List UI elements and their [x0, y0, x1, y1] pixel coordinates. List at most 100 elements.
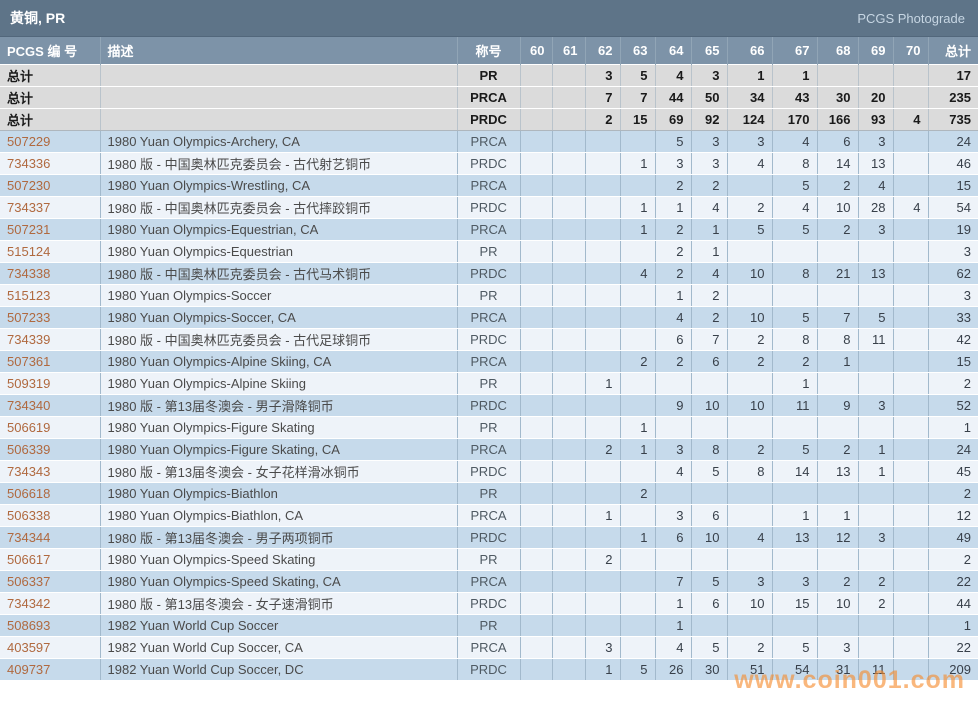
pcgs-number-link[interactable]: 403597: [7, 640, 50, 655]
pcgs-number-link[interactable]: 515123: [7, 288, 50, 303]
grade-count-cell: 43: [772, 86, 817, 108]
grade-count-cell: [520, 460, 552, 482]
grade-count-cell: [893, 86, 928, 108]
table-row: 7343431980 版 - 第13届冬澳会 - 女子花样滑冰铜币PRDC458…: [0, 460, 978, 482]
pcgs-number-link[interactable]: 734343: [7, 464, 50, 479]
pcgs-number-cell: 734336: [0, 152, 100, 174]
pcgs-number-link[interactable]: 734338: [7, 266, 50, 281]
grade-count-cell: 4: [772, 196, 817, 218]
pcgs-number-link[interactable]: 734337: [7, 200, 50, 215]
grade-count-cell: [691, 416, 727, 438]
pcgs-number-link[interactable]: 506618: [7, 486, 50, 501]
grade-count-cell: 3: [585, 636, 620, 658]
pcgs-number-link[interactable]: 734339: [7, 332, 50, 347]
pcgs-number-link[interactable]: 509319: [7, 376, 50, 391]
pcgs-number-link[interactable]: 508693: [7, 618, 50, 633]
grade-count-cell: 11: [772, 394, 817, 416]
coin-description: 1982 Yuan World Cup Soccer, CA: [100, 636, 457, 658]
row-total-cell: 24: [928, 130, 978, 152]
pcgs-number-link[interactable]: 506338: [7, 508, 50, 523]
grade-count-cell: [893, 218, 928, 240]
row-total-cell: 46: [928, 152, 978, 174]
grade-count-cell: [858, 416, 893, 438]
table-row: 7343441980 版 - 第13届冬澳会 - 男子两项铜币PRDC16104…: [0, 526, 978, 548]
grade-count-cell: 4: [893, 196, 928, 218]
designation-cell: PRDC: [457, 262, 520, 284]
coin-description: 1980 Yuan Olympics-Speed Skating: [100, 548, 457, 570]
designation-cell: PR: [457, 482, 520, 504]
grade-count-cell: [520, 372, 552, 394]
grade-count-cell: 8: [817, 328, 858, 350]
grade-count-cell: [893, 614, 928, 636]
coin-description: 1980 Yuan Olympics-Figure Skating, CA: [100, 438, 457, 460]
pcgs-number-link[interactable]: 507229: [7, 134, 50, 149]
grade-count-cell: 30: [817, 86, 858, 108]
grade-count-cell: [552, 460, 585, 482]
pcgs-number-link[interactable]: 506339: [7, 442, 50, 457]
grade-count-cell: 51: [727, 658, 772, 680]
designation-cell: PRDC: [457, 394, 520, 416]
pcgs-number-link[interactable]: 409737: [7, 662, 50, 677]
pcgs-number-cell: 506619: [0, 416, 100, 438]
photograde-link[interactable]: PCGS Photograde: [857, 11, 965, 26]
grade-count-cell: 13: [858, 152, 893, 174]
pcgs-number-link[interactable]: 734342: [7, 596, 50, 611]
table-row: 5151241980 Yuan Olympics-EquestrianPR213: [0, 240, 978, 262]
row-total-cell: 52: [928, 394, 978, 416]
grade-count-cell: 3: [817, 636, 858, 658]
grade-count-cell: [893, 328, 928, 350]
pcgs-number-cell: 507229: [0, 130, 100, 152]
table-row: 506339 1980 Yuan Olympics-Figure Skating,…: [0, 438, 978, 460]
pcgs-number-link[interactable]: 734336: [7, 156, 50, 171]
pcgs-number-link[interactable]: 506619: [7, 420, 50, 435]
grade-count-cell: 4: [772, 130, 817, 152]
grade-count-cell: [585, 328, 620, 350]
grade-count-cell: 5: [620, 64, 655, 86]
grade-count-cell: 3: [691, 64, 727, 86]
grade-count-cell: [585, 240, 620, 262]
table-row: 5093191980 Yuan Olympics-Alpine SkiingPR…: [0, 372, 978, 394]
grade-count-cell: [858, 504, 893, 526]
designation-cell: PRCA: [457, 504, 520, 526]
grade-count-cell: [520, 482, 552, 504]
grade-count-cell: [620, 504, 655, 526]
grade-count-cell: [858, 350, 893, 372]
grade-count-cell: [520, 306, 552, 328]
grade-count-cell: [893, 350, 928, 372]
pcgs-number-link[interactable]: 507361: [7, 354, 50, 369]
table-row: 4035971982 Yuan World Cup Soccer, CAPRCA…: [0, 636, 978, 658]
grade-count-cell: 1: [585, 658, 620, 680]
grade-count-cell: [552, 284, 585, 306]
grade-count-cell: [893, 284, 928, 306]
pcgs-number-link[interactable]: 734344: [7, 530, 50, 545]
row-total-cell: 2: [928, 548, 978, 570]
pcgs-number-link[interactable]: 506617: [7, 552, 50, 567]
grade-count-cell: [520, 548, 552, 570]
coin-description: 1980 版 - 第13届冬澳会 - 男子滑降铜币: [100, 394, 457, 416]
grade-count-cell: [552, 372, 585, 394]
grade-count-cell: 1: [585, 372, 620, 394]
coin-description: 1980 Yuan Olympics-Equestrian: [100, 240, 457, 262]
grade-count-cell: [585, 196, 620, 218]
table-row: 5066181980 Yuan Olympics-BiathlonPR22: [0, 482, 978, 504]
grade-count-cell: [585, 218, 620, 240]
pcgs-number-link[interactable]: 507230: [7, 178, 50, 193]
grade-count-cell: [858, 482, 893, 504]
pcgs-number-link[interactable]: 507233: [7, 310, 50, 325]
pcgs-number-link[interactable]: 515124: [7, 244, 50, 259]
table-header: PCGS 编 号描述称号6061626364656667686970总计: [0, 37, 978, 64]
grade-count-cell: [520, 130, 552, 152]
pcgs-number-link[interactable]: 734340: [7, 398, 50, 413]
table-row: 4097371982 Yuan World Cup Soccer, DCPRDC…: [0, 658, 978, 680]
grade-count-cell: 2: [858, 592, 893, 614]
grade-count-cell: 166: [817, 108, 858, 130]
coin-description: 1980 Yuan Olympics-Figure Skating: [100, 416, 457, 438]
grade-count-cell: [620, 592, 655, 614]
grade-count-cell: 5: [620, 658, 655, 680]
pcgs-number-link[interactable]: 506337: [7, 574, 50, 589]
grade-count-cell: 1: [655, 196, 691, 218]
pcgs-number-link[interactable]: 507231: [7, 222, 50, 237]
grade-count-cell: [817, 548, 858, 570]
grade-count-cell: 54: [772, 658, 817, 680]
grade-count-cell: [893, 64, 928, 86]
